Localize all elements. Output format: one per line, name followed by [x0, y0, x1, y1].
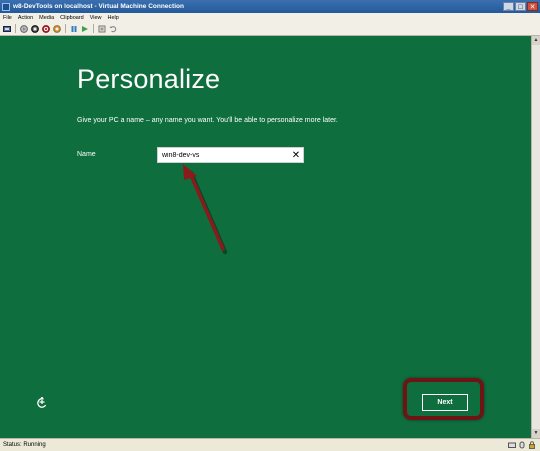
shut-down-icon[interactable] [42, 24, 50, 33]
lock-icon [529, 441, 535, 449]
snapshot-icon[interactable] [98, 25, 106, 33]
menu-media[interactable]: Media [39, 15, 54, 21]
menu-file[interactable]: File [3, 15, 12, 21]
toolbar [0, 22, 540, 36]
menu-view[interactable]: View [90, 15, 102, 21]
start-icon[interactable] [20, 24, 28, 33]
scroll-up-icon[interactable]: ▲ [532, 36, 540, 45]
turn-off-icon[interactable] [31, 24, 39, 33]
status-icons [508, 441, 536, 449]
toolbar-separator [15, 24, 16, 33]
status-bar: Status: Running [0, 438, 540, 451]
mouse-icon [519, 441, 525, 449]
reset-icon[interactable] [81, 25, 89, 33]
revert-icon[interactable] [109, 25, 117, 33]
vm-connection-icon [2, 2, 10, 11]
save-icon[interactable] [53, 24, 61, 33]
pause-icon[interactable] [70, 25, 78, 33]
window-controls: _ □ ✕ [503, 2, 538, 11]
scroll-down-icon[interactable]: ▼ [532, 429, 540, 438]
ease-of-access-icon[interactable] [35, 396, 49, 410]
menu-clipboard[interactable]: Clipboard [60, 15, 84, 21]
next-button[interactable]: Next [422, 394, 468, 411]
menu-bar: File Action Media Clipboard View Help [0, 13, 540, 22]
maximize-button[interactable]: □ [515, 2, 526, 11]
vertical-scrollbar[interactable]: ▲ ▼ [531, 36, 540, 438]
toolbar-separator [93, 24, 94, 33]
ctrl-alt-del-icon[interactable] [3, 25, 11, 33]
status-text: Status: Running [3, 442, 46, 448]
menu-help[interactable]: Help [108, 15, 119, 21]
title-bar: w8-DevTools on localhost - Virtual Machi… [0, 0, 540, 13]
keyboard-icon [508, 442, 516, 448]
close-button[interactable]: ✕ [527, 2, 538, 11]
menu-action[interactable]: Action [18, 15, 33, 21]
toolbar-separator [65, 24, 66, 33]
minimize-button[interactable]: _ [503, 2, 514, 11]
window-title: w8-DevTools on localhost - Virtual Machi… [13, 3, 184, 10]
vm-display[interactable]: Personalize Give your PC a name – any na… [0, 36, 531, 438]
